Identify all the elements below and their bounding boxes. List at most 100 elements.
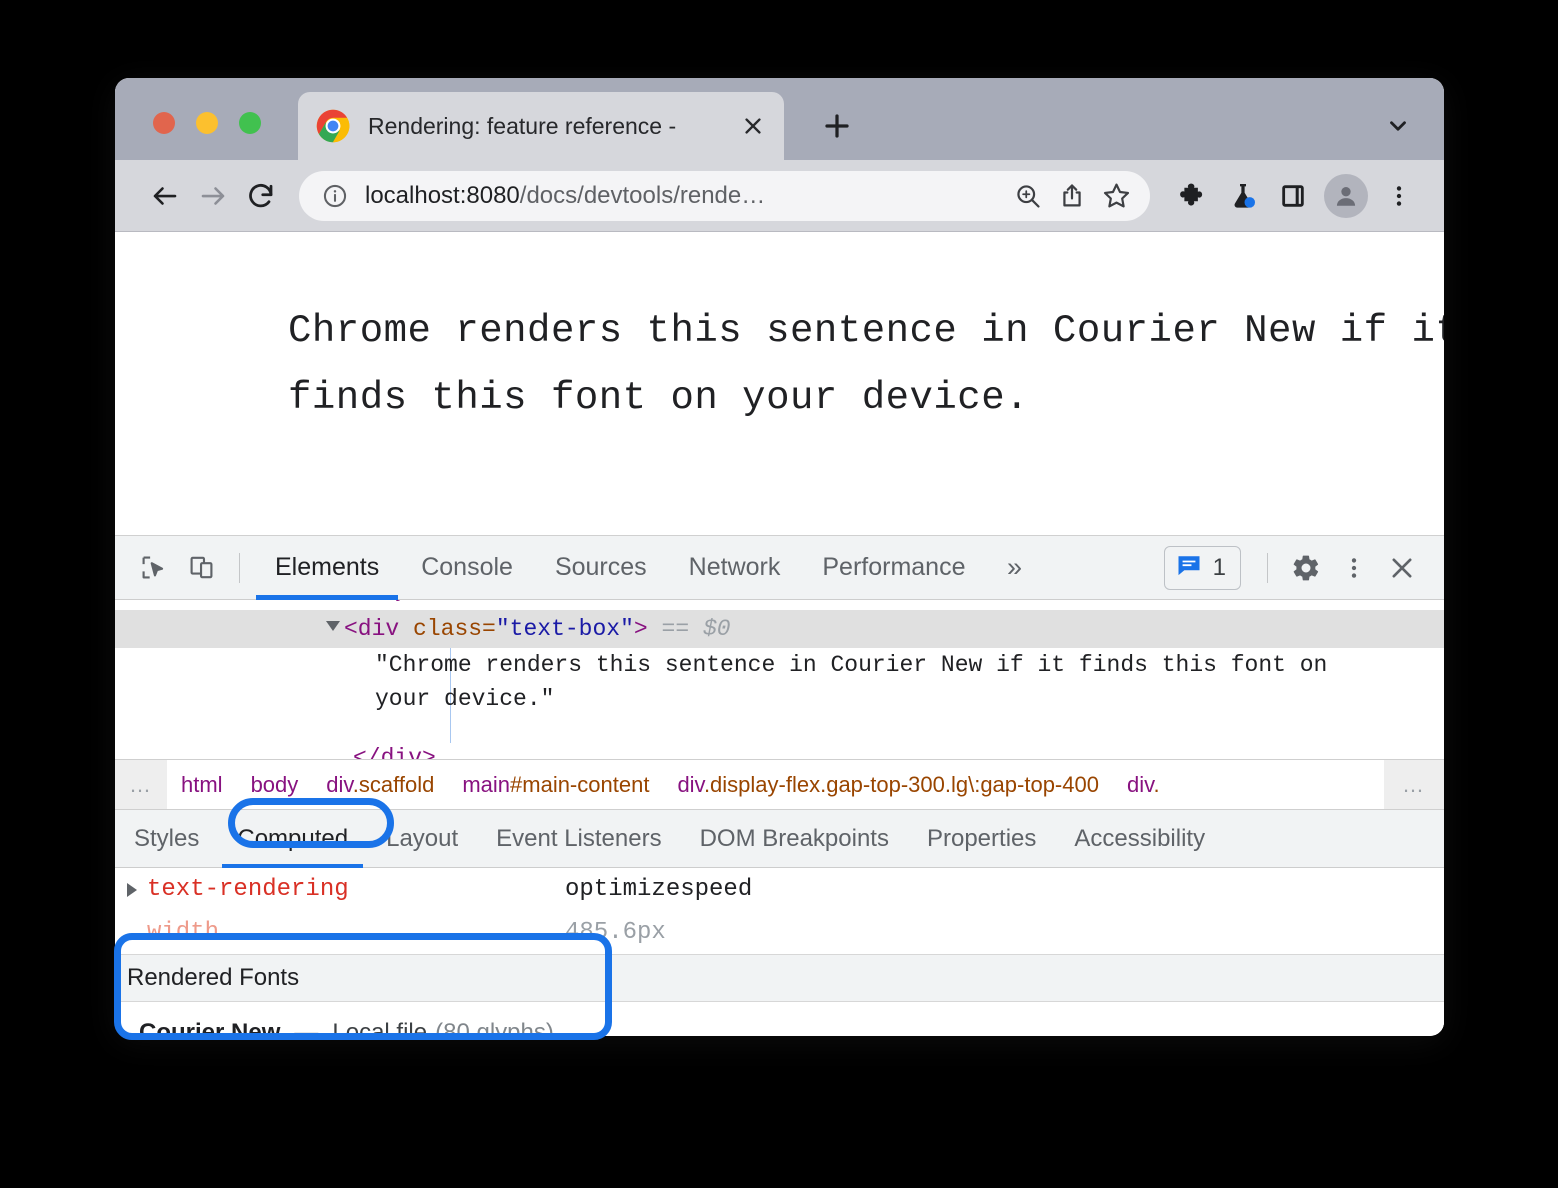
breadcrumb-item-div-scaffold[interactable]: div.scaffold [312,772,448,798]
breadcrumb-item-body[interactable]: body [237,772,313,798]
expand-triangle-icon[interactable] [127,883,137,897]
property-name: width [147,919,219,946]
maximize-window-button[interactable] [239,112,261,134]
rendered-font-glyph-count: (80 glyphs) [435,1019,554,1036]
dom-attr-value: "text-box" [496,616,634,642]
breadcrumb-tag: body [251,772,299,797]
devtools-panel: Elements Console Sources Network Perform… [115,536,1444,1035]
tab-accessibility[interactable]: Accessibility [1055,810,1224,867]
dom-dollar-zero: $0 [703,616,731,642]
url-host: localhost:8080 [365,182,520,209]
breadcrumb-tag: html [181,772,223,797]
browser-window: Rendering: feature reference - [115,78,1444,1036]
tab-computed[interactable]: Computed [218,810,367,867]
tab-performance[interactable]: Performance [801,536,986,599]
toolbar-divider [239,553,240,583]
page-viewport: Chrome renders this sentence in Courier … [115,232,1444,536]
dom-row-selected[interactable]: <div class="text-box"> == $0 [115,610,1444,648]
sentence-line-1: Chrome renders this sentence in Courier … [288,298,1444,365]
rendered-font-source: Local file [332,1019,427,1036]
breadcrumb-item-div-display-flex[interactable]: div.display-flex.gap-top-300.lg\:gap-top… [663,772,1113,798]
breadcrumb: … html body div.scaffold main#main-conte… [115,760,1444,810]
new-tab-button[interactable] [815,104,859,148]
computed-property-row[interactable]: width 485.6px [115,911,1444,954]
tab-elements[interactable]: Elements [254,536,400,599]
info-circle-icon[interactable] [321,182,349,210]
text-box-element: Chrome renders this sentence in Courier … [288,298,1444,432]
chevron-down-icon[interactable] [1378,106,1418,146]
three-dot-menu-icon[interactable] [1330,544,1378,592]
inspect-cursor-icon[interactable] [129,544,177,592]
rendered-fonts-header[interactable]: Rendered Fonts [115,954,1444,1002]
browser-toolbar: localhost:8080/docs/devtools/rende… [115,160,1444,232]
tab-network[interactable]: Network [668,536,802,599]
sentence-line-2: finds this font on your device. [288,365,1444,432]
computed-property-row[interactable]: text-rendering optimizespeed [115,868,1444,911]
breadcrumb-item-div-truncated[interactable]: div. [1113,772,1174,798]
forward-arrow-icon[interactable] [189,172,237,220]
property-name: text-rendering [147,876,349,903]
more-tabs-icon[interactable]: » [986,552,1042,583]
address-bar[interactable]: localhost:8080/docs/devtools/rende… [299,171,1150,221]
tab-styles[interactable]: Styles [115,810,218,867]
tab-properties[interactable]: Properties [908,810,1055,867]
toolbar-divider-2 [1267,553,1268,583]
three-dot-menu-icon[interactable] [1374,171,1424,221]
minimize-window-button[interactable] [196,112,218,134]
breadcrumb-tag: main [462,772,510,797]
breadcrumb-left-ellipsis[interactable]: … [115,760,167,809]
flask-icon[interactable] [1218,171,1268,221]
breadcrumb-item-html[interactable]: html [167,772,237,798]
tab-console[interactable]: Console [400,536,534,599]
avatar[interactable] [1324,174,1368,218]
dom-open-tag: <div [344,616,399,642]
breadcrumb-item-main-content[interactable]: main#main-content [448,772,663,798]
computed-properties-list: text-rendering optimizespeed width 485.6… [115,868,1444,954]
devtools-toolbar: Elements Console Sources Network Perform… [115,536,1444,600]
browser-tab[interactable]: Rendering: feature reference - [298,92,784,160]
breadcrumb-class: .scaffold [353,772,435,797]
star-icon[interactable] [1094,174,1138,218]
title-bar: Rendering: feature reference - [115,78,1444,160]
puzzle-piece-icon[interactable] [1168,171,1218,221]
expand-triangle-icon[interactable] [326,621,340,631]
issues-count: 1 [1213,554,1226,582]
zoom-in-icon[interactable] [1006,174,1050,218]
dom-row-clipped-text: body div.scaffold [353,600,588,603]
devtools-tab-bar: Elements Console Sources Network Perform… [254,536,986,599]
window-traffic-lights [153,112,261,134]
rendered-fonts-row: Courier New — Local file (80 glyphs) [115,1002,1444,1036]
tab-layout[interactable]: Layout [367,810,477,867]
sidebar-tab-bar: Styles Computed Layout Event Listeners D… [115,810,1444,868]
breadcrumb-tag: div [677,772,704,797]
breadcrumb-right-ellipsis[interactable]: … [1384,760,1444,809]
close-icon[interactable] [736,109,770,143]
tab-title: Rendering: feature reference - [368,113,736,140]
issues-badge[interactable]: 1 [1164,546,1241,590]
devtools-toolbar-right: 1 [1164,544,1426,592]
tab-event-listeners[interactable]: Event Listeners [477,810,680,867]
back-arrow-icon[interactable] [141,172,189,220]
breadcrumb-tag: div [1127,772,1154,797]
share-icon[interactable] [1050,174,1094,218]
device-toolbar-icon[interactable] [177,544,225,592]
dom-text-node[interactable]: "Chrome renders this sentence in Courier… [375,648,1327,716]
tab-dom-breakpoints[interactable]: DOM Breakpoints [681,810,908,867]
dom-equals-marker: == [662,616,690,642]
tab-sources[interactable]: Sources [534,536,668,599]
dom-text-line-1: "Chrome renders this sentence in Courier… [375,652,1327,678]
dom-node-div: <div class="text-box"> == $0 [328,616,731,642]
url-path: /docs/devtools/rende… [520,182,765,209]
side-panel-icon[interactable] [1268,171,1318,221]
close-window-button[interactable] [153,112,175,134]
breadcrumb-class: . [1153,772,1159,797]
property-value: optimizespeed [565,876,752,903]
close-icon[interactable] [1378,544,1426,592]
chrome-logo-icon [316,109,350,143]
dom-text-line-2: your device." [375,686,554,712]
dom-row-clipped: body div.scaffold [115,600,1444,610]
reload-icon[interactable] [237,172,285,220]
dom-attr-name: class= [413,616,496,642]
gear-icon[interactable] [1282,544,1330,592]
breadcrumb-class: .display-flex.gap-top-300.lg\:gap-top-40… [704,772,1099,797]
